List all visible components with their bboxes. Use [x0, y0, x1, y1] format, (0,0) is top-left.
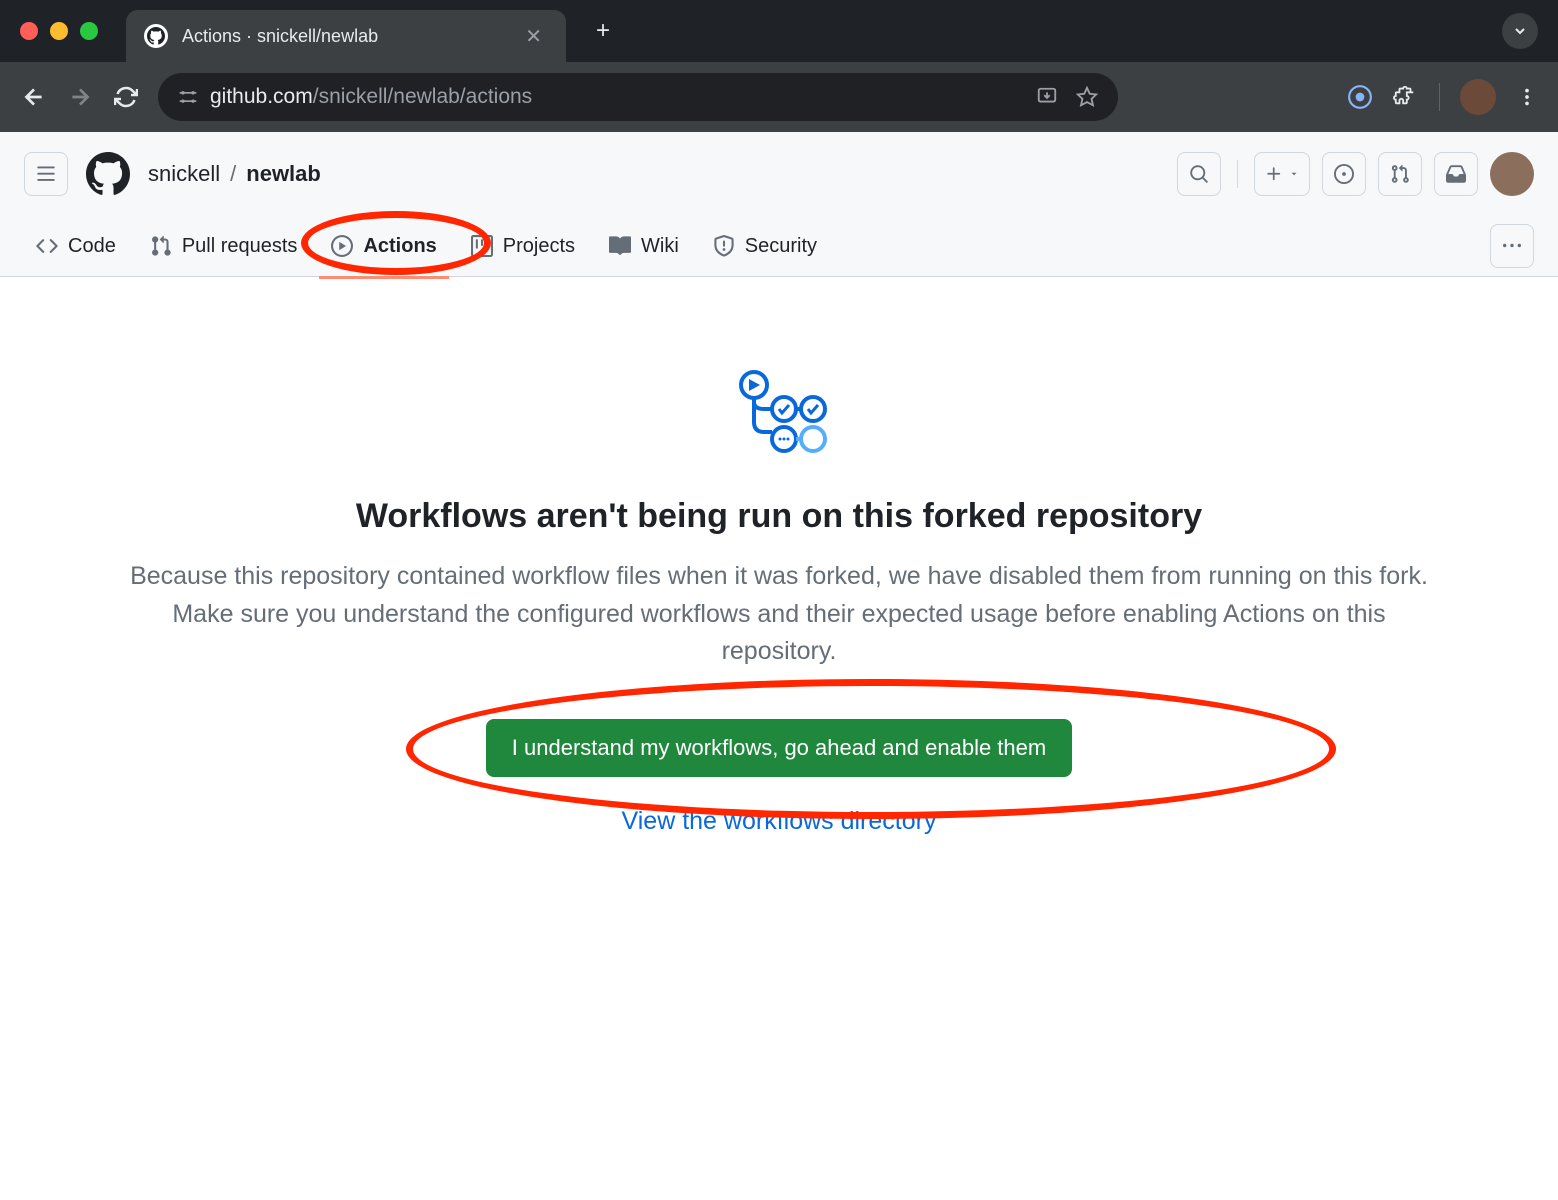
shield-icon [713, 235, 735, 257]
forward-button[interactable] [66, 83, 94, 111]
pull-request-icon [1390, 164, 1410, 184]
browser-menu-icon[interactable] [1516, 86, 1538, 108]
project-icon [471, 235, 493, 257]
create-new-button[interactable] [1254, 152, 1310, 196]
dropdown-caret-icon [1289, 169, 1299, 179]
tab-label: Actions [363, 235, 436, 258]
nav-separator [1439, 83, 1440, 111]
tab-label: Security [745, 235, 817, 258]
tab-code[interactable]: Code [24, 225, 128, 268]
page-description: Because this repository contained workfl… [119, 558, 1439, 671]
code-icon [36, 235, 58, 257]
github-favicon [144, 24, 168, 48]
header-separator [1237, 160, 1238, 188]
user-avatar[interactable] [1490, 152, 1534, 196]
tab-actions[interactable]: Actions [319, 225, 448, 268]
browser-window: Actions · snickell/newlab ✕ + github.com… [0, 0, 1558, 132]
nav-right [1347, 79, 1538, 115]
page-heading: Workflows aren't being run on this forke… [40, 497, 1518, 536]
reload-button[interactable] [112, 83, 140, 111]
search-icon [1189, 164, 1209, 184]
window-close-button[interactable] [20, 22, 38, 40]
workflow-icon [729, 367, 829, 467]
tab-label: Pull requests [182, 235, 298, 258]
search-button[interactable] [1177, 152, 1221, 196]
github-header: snickell / newlab [0, 132, 1558, 277]
inbox-icon [1446, 164, 1466, 184]
breadcrumb-separator: / [230, 161, 236, 187]
extension-icon-1[interactable] [1347, 84, 1373, 110]
tab-title: Actions · snickell/newlab [182, 26, 505, 47]
install-app-icon[interactable] [1036, 86, 1058, 108]
close-tab-icon[interactable]: ✕ [519, 22, 548, 51]
plus-icon [1265, 165, 1283, 183]
url-text: github.com/snickell/newlab/actions [210, 85, 532, 109]
hamburger-menu-button[interactable] [24, 152, 68, 196]
profile-avatar[interactable] [1460, 79, 1496, 115]
bookmark-star-icon[interactable] [1076, 86, 1098, 108]
main-content: Workflows aren't being run on this forke… [0, 277, 1558, 926]
browser-tab-bar: Actions · snickell/newlab ✕ + [0, 0, 1558, 62]
issues-button[interactable] [1322, 152, 1366, 196]
pull-request-icon [150, 235, 172, 257]
breadcrumb-repo[interactable]: newlab [246, 161, 321, 187]
window-maximize-button[interactable] [80, 22, 98, 40]
kebab-icon [1503, 237, 1521, 255]
window-minimize-button[interactable] [50, 22, 68, 40]
notifications-button[interactable] [1434, 152, 1478, 196]
tab-pull-requests[interactable]: Pull requests [138, 225, 310, 268]
github-topbar: snickell / newlab [0, 132, 1558, 216]
url-bar[interactable]: github.com/snickell/newlab/actions [158, 73, 1118, 121]
browser-tab[interactable]: Actions · snickell/newlab ✕ [126, 10, 566, 62]
github-header-right [1177, 152, 1534, 196]
traffic-lights [20, 22, 98, 40]
repo-nav: Code Pull requests Actions Projects Wiki… [0, 216, 1558, 276]
site-settings-icon [178, 87, 198, 107]
new-tab-button[interactable]: + [586, 13, 620, 49]
issue-icon [1334, 164, 1354, 184]
back-button[interactable] [20, 83, 48, 111]
extensions-icon[interactable] [1393, 84, 1419, 110]
play-icon [331, 235, 353, 257]
book-icon [609, 235, 631, 257]
tab-projects[interactable]: Projects [459, 225, 587, 268]
tab-label: Wiki [641, 235, 679, 258]
enable-workflows-button[interactable]: I understand my workflows, go ahead and … [486, 719, 1072, 777]
breadcrumb-owner[interactable]: snickell [148, 161, 220, 187]
tab-bar-right [1502, 13, 1538, 49]
tab-label: Code [68, 235, 116, 258]
pull-requests-button[interactable] [1378, 152, 1422, 196]
more-tabs-button[interactable] [1490, 224, 1534, 268]
tab-wiki[interactable]: Wiki [597, 225, 691, 268]
github-logo-icon[interactable] [86, 152, 130, 196]
browser-nav-bar: github.com/snickell/newlab/actions [0, 62, 1558, 132]
tab-label: Projects [503, 235, 575, 258]
breadcrumb: snickell / newlab [148, 161, 321, 187]
tabs-dropdown-button[interactable] [1502, 13, 1538, 49]
view-workflows-link[interactable]: View the workflows directory [40, 807, 1518, 836]
tab-security[interactable]: Security [701, 225, 829, 268]
